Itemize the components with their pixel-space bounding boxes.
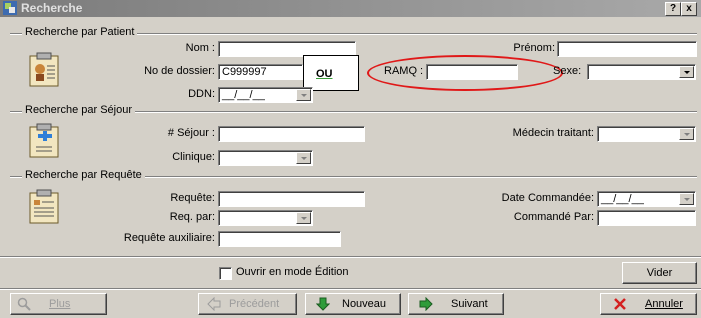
search-window: Recherche ? x Recherche par Patient Nom … bbox=[0, 0, 701, 318]
edit-mode-checkbox[interactable] bbox=[219, 267, 232, 280]
ramq-highlight-ellipse bbox=[367, 55, 563, 91]
sejour-field[interactable] bbox=[218, 126, 365, 142]
prenom-label: Prénom: bbox=[513, 42, 555, 54]
clinique-label: Clinique: bbox=[172, 151, 215, 163]
chevron-down-icon[interactable] bbox=[296, 212, 311, 224]
ddn-value: __/__/__ bbox=[222, 89, 265, 101]
suivant-button[interactable]: Suivant bbox=[408, 293, 504, 315]
arrow-left-icon bbox=[207, 297, 221, 311]
ou-annotation: OU bbox=[303, 55, 359, 91]
app-icon bbox=[3, 1, 17, 15]
sexe-dropdown[interactable] bbox=[587, 64, 696, 80]
edit-mode-label[interactable]: Ouvrir en mode Édition bbox=[236, 266, 349, 278]
arrow-down-icon bbox=[316, 297, 330, 311]
sejour-legend: Recherche par Séjour bbox=[22, 104, 136, 116]
prenom-field[interactable] bbox=[557, 41, 697, 57]
requete-auxiliaire-label: Requête auxiliaire: bbox=[123, 232, 215, 244]
date-commandee-field[interactable]: __/__/__ bbox=[597, 191, 696, 207]
close-button[interactable]: x bbox=[681, 2, 697, 16]
requete-field[interactable] bbox=[218, 191, 365, 207]
chevron-down-icon[interactable] bbox=[679, 128, 694, 140]
cancel-x-icon bbox=[614, 298, 626, 310]
plus-button[interactable]: Plus bbox=[10, 293, 107, 315]
nouveau-button[interactable]: Nouveau bbox=[305, 293, 401, 315]
title-bar: Recherche ? x bbox=[0, 0, 701, 17]
precedent-button[interactable]: Précédent bbox=[198, 293, 297, 315]
annuler-label: Annuler bbox=[645, 298, 683, 310]
request-file-icon bbox=[29, 189, 59, 224]
sejour-label: # Séjour : bbox=[167, 127, 215, 139]
chevron-down-icon[interactable] bbox=[679, 66, 694, 78]
nom-label: Nom : bbox=[185, 42, 215, 54]
clinique-dropdown[interactable] bbox=[218, 150, 313, 166]
annuler-button[interactable]: Annuler bbox=[600, 293, 697, 315]
patient-file-icon bbox=[29, 52, 59, 87]
req-par-label: Req. par: bbox=[169, 211, 215, 223]
patient-legend: Recherche par Patient bbox=[22, 26, 138, 38]
vider-button[interactable]: Vider bbox=[622, 262, 697, 284]
arrow-right-icon bbox=[419, 297, 433, 311]
calendar-dropdown-icon[interactable] bbox=[679, 193, 694, 205]
medecin-dropdown[interactable] bbox=[597, 126, 696, 142]
window-title: Recherche bbox=[21, 1, 83, 15]
requete-group: Recherche par Requête bbox=[10, 169, 697, 181]
magnifier-icon bbox=[17, 297, 31, 311]
separator bbox=[0, 256, 701, 257]
requete-auxiliaire-field[interactable] bbox=[218, 231, 341, 247]
dossier-field[interactable]: C999997 bbox=[218, 64, 303, 80]
sejour-group: Recherche par Séjour bbox=[10, 104, 697, 116]
ou-label: OU bbox=[316, 68, 333, 80]
plus-label: Plus bbox=[49, 298, 71, 310]
help-button[interactable]: ? bbox=[665, 2, 681, 16]
commande-par-field[interactable] bbox=[597, 210, 696, 226]
requete-legend: Recherche par Requête bbox=[22, 169, 145, 181]
commande-par-label: Commandé Par: bbox=[513, 211, 594, 223]
requete-label: Requête: bbox=[170, 192, 215, 204]
precedent-label: Précédent bbox=[229, 298, 280, 310]
dossier-label: No de dossier: bbox=[144, 65, 215, 77]
req-par-dropdown[interactable] bbox=[218, 210, 313, 226]
ddn-field[interactable]: __/__/__ bbox=[218, 87, 313, 103]
suivant-label: Suivant bbox=[451, 298, 488, 310]
date-commandee-value: __/__/__ bbox=[601, 193, 644, 205]
sexe-label: Sexe: bbox=[553, 65, 582, 77]
hospital-stay-icon bbox=[29, 123, 59, 158]
patient-group: Recherche par Patient bbox=[10, 26, 697, 38]
date-commandee-label: Date Commandée: bbox=[501, 192, 594, 204]
calendar-dropdown-icon[interactable] bbox=[296, 89, 311, 101]
ddn-label: DDN: bbox=[188, 88, 215, 100]
nouveau-label: Nouveau bbox=[342, 298, 387, 310]
chevron-down-icon[interactable] bbox=[296, 152, 311, 164]
bottom-separator bbox=[0, 288, 701, 289]
medecin-label: Médecin traitant: bbox=[512, 127, 594, 139]
